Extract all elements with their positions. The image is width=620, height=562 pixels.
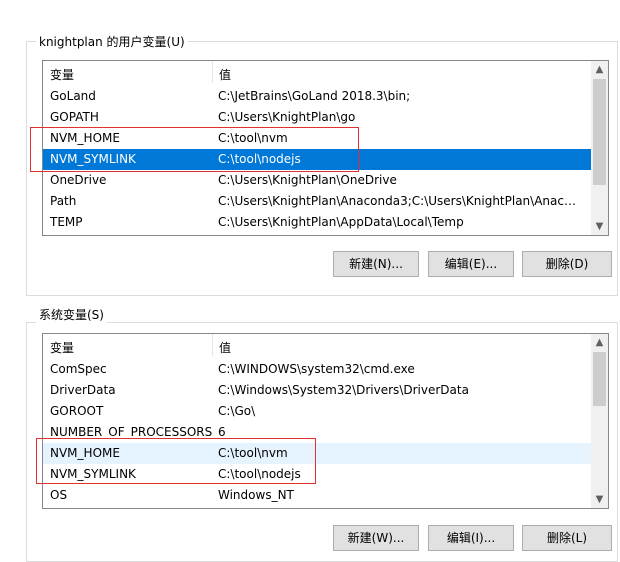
variable-name: GOROOT [50, 404, 104, 418]
variable-value: C:\Users\KnightPlan\Anaconda3;C:\Users\K… [218, 194, 583, 208]
user-row-gopath[interactable]: GOPATH C:\Users\KnightPlan\go [43, 107, 591, 128]
variable-value: C:\Users\KnightPlan\go [218, 110, 356, 124]
variable-name: DriverData [50, 383, 116, 397]
system-row-driverdata[interactable]: DriverData C:\Windows\System32\Drivers\D… [43, 380, 591, 401]
variable-value: C:\Go\ [218, 404, 256, 418]
variable-name: NVM_HOME [50, 131, 120, 145]
user-variables-list[interactable]: 变量 值 GoLand C:\JetBrains\GoLand 2018.3\b… [42, 60, 609, 236]
variable-name: NVM_HOME [50, 446, 120, 460]
variable-value: Windows_NT [218, 488, 294, 502]
variable-name: Path [50, 194, 77, 208]
scrollbar-thumb[interactable] [593, 79, 606, 185]
chevron-up-icon[interactable]: ▲ [591, 61, 608, 78]
user-delete-button[interactable]: 删除(D) [522, 251, 612, 277]
variable-name: NVM_SYMLINK [50, 467, 136, 481]
user-row-onedrive[interactable]: OneDrive C:\Users\KnightPlan\OneDrive [43, 170, 591, 191]
variable-name: ComSpec [50, 362, 107, 376]
system-edit-button[interactable]: 编辑(I)... [428, 525, 514, 551]
variable-value: C:\Windows\System32\Drivers\DriverData [218, 383, 469, 397]
variable-value: C:\tool\nvm [218, 446, 288, 460]
variable-value: C:\JetBrains\GoLand 2018.3\bin; [218, 89, 411, 103]
variable-name: OneDrive [50, 173, 107, 187]
variable-value: C:\Users\KnightPlan\AppData\Local\Temp [218, 215, 464, 229]
user-row-nvm-home[interactable]: NVM_HOME C:\tool\nvm [43, 128, 591, 149]
column-header-variable[interactable]: 变量 [50, 66, 74, 83]
column-header-value[interactable]: 值 [219, 66, 231, 83]
system-delete-button[interactable]: 删除(L) [522, 525, 612, 551]
variable-value: C:\tool\nodejs [218, 152, 301, 166]
variable-value: C:\Users\KnightPlan\OneDrive [218, 173, 397, 187]
variable-name: OS [50, 488, 68, 502]
variable-name: GoLand [50, 89, 96, 103]
system-variables-list[interactable]: 变量 值 ComSpec C:\WINDOWS\system32\cmd.exe… [42, 333, 609, 509]
variable-value: C:\tool\nvm [218, 131, 288, 145]
user-list-scrollbar[interactable]: ▲ ▼ [591, 61, 608, 235]
user-row-temp[interactable]: TEMP C:\Users\KnightPlan\AppData\Local\T… [43, 212, 591, 233]
user-row-goland[interactable]: GoLand C:\JetBrains\GoLand 2018.3\bin; [43, 86, 591, 107]
user-new-button[interactable]: 新建(N)... [333, 251, 419, 277]
chevron-up-icon[interactable]: ▲ [591, 334, 608, 351]
variable-name: GOPATH [50, 110, 99, 124]
user-list-header: 变量 值 [43, 61, 608, 83]
system-row-number-of-processors[interactable]: NUMBER_OF_PROCESSORS 6 [43, 422, 591, 443]
system-row-nvm-symlink[interactable]: NVM_SYMLINK C:\tool\nodejs [43, 464, 591, 485]
variable-name: TEMP [50, 215, 83, 229]
column-header-variable[interactable]: 变量 [50, 339, 74, 356]
user-variables-title: knightplan 的用户变量(U) [36, 33, 188, 50]
variable-value: 6 [218, 425, 226, 439]
user-row-nvm-symlink[interactable]: NVM_SYMLINK C:\tool\nodejs [43, 149, 591, 170]
system-variables-title: 系统变量(S) [36, 306, 107, 323]
variable-value: C:\tool\nodejs [218, 467, 301, 481]
variable-name: NUMBER_OF_PROCESSORS [50, 425, 213, 439]
user-edit-button[interactable]: 编辑(E)... [428, 251, 514, 277]
chevron-down-icon[interactable]: ▼ [591, 218, 608, 235]
system-row-comspec[interactable]: ComSpec C:\WINDOWS\system32\cmd.exe [43, 359, 591, 380]
variable-value: C:\WINDOWS\system32\cmd.exe [218, 362, 415, 376]
system-row-goroot[interactable]: GOROOT C:\Go\ [43, 401, 591, 422]
environment-variables-dialog: knightplan 的用户变量(U) 变量 值 GoLand C:\JetBr… [0, 0, 620, 562]
chevron-down-icon[interactable]: ▼ [591, 491, 608, 508]
system-new-button[interactable]: 新建(W)... [333, 525, 419, 551]
variable-name: NVM_SYMLINK [50, 152, 136, 166]
user-row-path[interactable]: Path C:\Users\KnightPlan\Anaconda3;C:\Us… [43, 191, 591, 212]
system-row-nvm-home[interactable]: NVM_HOME C:\tool\nvm [43, 443, 591, 464]
system-list-scrollbar[interactable]: ▲ ▼ [591, 334, 608, 508]
column-header-value[interactable]: 值 [219, 339, 231, 356]
scrollbar-thumb[interactable] [593, 352, 606, 406]
system-list-header: 变量 值 [43, 334, 608, 356]
system-row-os[interactable]: OS Windows_NT [43, 485, 591, 506]
